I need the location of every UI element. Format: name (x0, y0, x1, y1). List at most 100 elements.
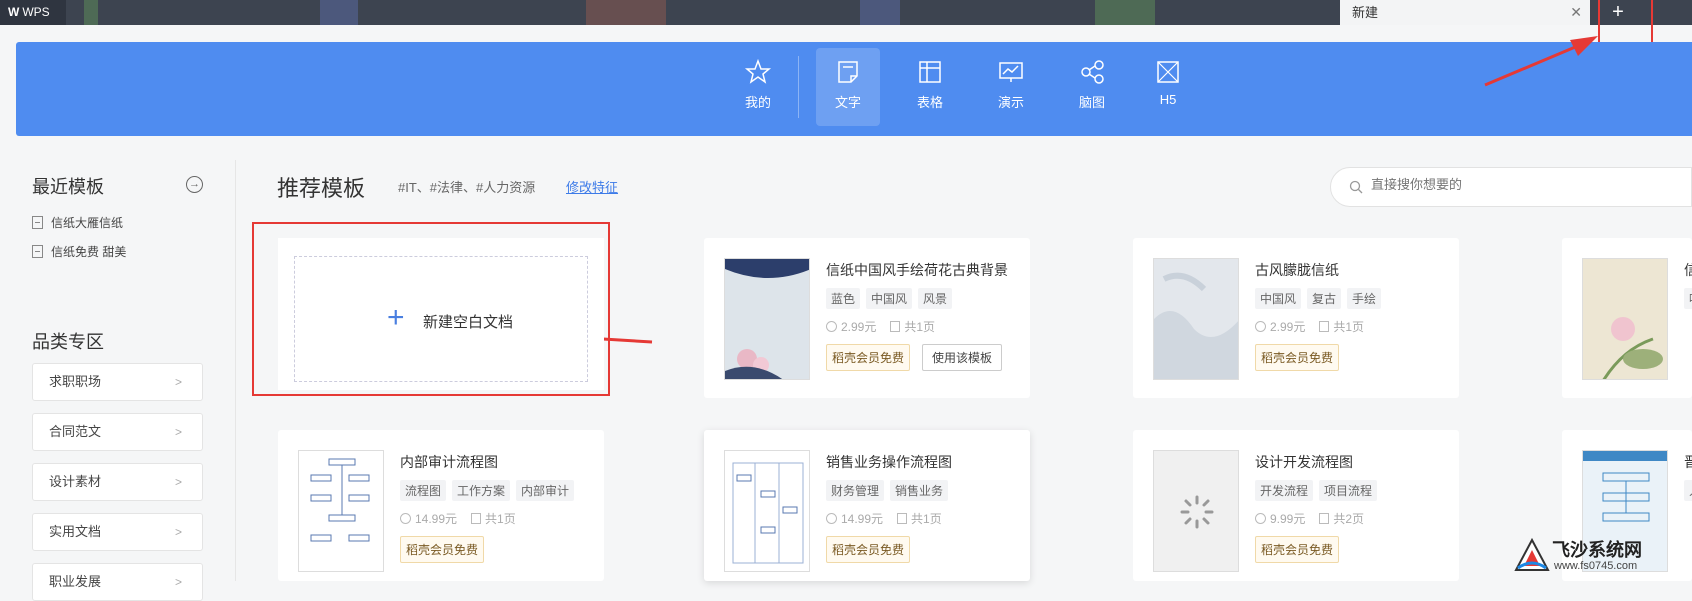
template-tags: 唯 (1684, 288, 1692, 309)
nav-item-mindmap[interactable]: 脑图 (1060, 48, 1124, 126)
category-button[interactable]: 职业发展 > (32, 563, 203, 601)
tag[interactable]: 流程图 (400, 480, 447, 501)
template-thumbnail (1582, 258, 1668, 380)
template-title: 晋 (1684, 454, 1692, 470)
nav-item-h5[interactable]: H5 (1136, 48, 1200, 126)
use-template-button[interactable]: 使用该模板 (922, 344, 1003, 371)
recent-item[interactable]: 信纸大雁信纸 (32, 214, 123, 231)
template-tags: 人 (1684, 480, 1692, 501)
member-free-badge: 稻壳会员免费 (400, 536, 485, 563)
tag[interactable]: 中国风 (1255, 288, 1302, 309)
pages: 共1页 (471, 510, 516, 527)
template-tags: 流程图 工作方案 内部审计 (400, 480, 575, 501)
price: 14.99元 (400, 510, 457, 527)
template-meta: 9.99元 共2页 (1255, 510, 1364, 527)
arrow-right-icon[interactable]: → (186, 176, 203, 193)
tab-label: 新建 (1352, 5, 1379, 20)
chevron-right-icon: > (174, 375, 182, 389)
nav-item-spreadsheet[interactable]: 表格 (898, 48, 962, 126)
tag[interactable]: 风景 (918, 288, 953, 309)
blurred-tabs (320, 0, 358, 25)
template-thumbnail (1153, 258, 1239, 380)
tag[interactable]: 销售业务 (890, 480, 949, 501)
new-blank-document-label: 新建空白文档 (423, 314, 514, 331)
search-input[interactable] (1371, 177, 1671, 192)
tag[interactable]: 复古 (1307, 288, 1342, 309)
title-bar: W WPS 新建 ✕ + (0, 0, 1692, 25)
pages-value: 共1页 (904, 320, 936, 334)
price: 2.99元 (1255, 318, 1305, 335)
edit-features-link[interactable]: 修改特征 (566, 177, 618, 196)
tag[interactable]: 手绘 (1347, 288, 1382, 309)
template-card[interactable]: 设计开发流程图 开发流程 项目流程 9.99元 共2页 稻壳会员免费 (1133, 430, 1459, 581)
tag[interactable]: 内部审计 (516, 480, 575, 501)
category-button[interactable]: 求职职场 > (32, 363, 203, 401)
flowchart-illustration (732, 462, 804, 564)
table-icon (919, 61, 941, 83)
chevron-right-icon: > (174, 425, 182, 439)
template-card[interactable]: 销售业务操作流程图 财务管理 销售业务 14.99元 共1页 稻壳会员免费 (704, 430, 1030, 581)
recent-item[interactable]: 信纸免费 甜美 (32, 243, 126, 260)
watermark-url: www.fs0745.com (1554, 560, 1638, 572)
loading-spinner-icon (1180, 495, 1214, 529)
document-icon (32, 216, 43, 229)
template-card[interactable]: 信纸中国风手绘荷花古典背景 蓝色 中国风 风景 2.99元 共1页 稻壳会员免费… (704, 238, 1030, 398)
category-label: 合同范文 (49, 424, 102, 439)
template-title: 信纸中国风手绘荷花古典背景 (826, 262, 1008, 278)
close-icon[interactable]: ✕ (1570, 0, 1582, 25)
nav-item-writer[interactable]: 文字 (816, 48, 880, 126)
category-nav: 我的 文字 表格 演示 脑图 H5 (16, 42, 1692, 136)
new-blank-document-card[interactable]: + 新建空白文档 (278, 238, 604, 390)
template-card[interactable]: 古风朦胧信纸 中国风 复古 手绘 2.99元 共1页 稻壳会员免费 (1133, 238, 1459, 398)
nav-label: 我的 (744, 95, 771, 110)
pages-value: 共1页 (1333, 320, 1365, 334)
category-button[interactable]: 合同范文 > (32, 413, 203, 451)
tag[interactable]: 项目流程 (1319, 480, 1378, 501)
add-tab-button[interactable]: + (1598, 0, 1638, 25)
chevron-right-icon: > (174, 525, 182, 539)
template-title: 内部审计流程图 (400, 454, 498, 470)
coin-icon (826, 321, 837, 332)
member-free-badge: 稻壳会员免费 (1255, 344, 1340, 371)
template-card[interactable]: 内部审计流程图 流程图 工作方案 内部审计 14.99元 共1页 稻壳会员免费 (278, 430, 604, 581)
category-button[interactable]: 设计素材 > (32, 463, 203, 501)
price-value: 14.99元 (841, 512, 884, 526)
search-box[interactable] (1330, 167, 1692, 207)
plus-icon: + (387, 301, 405, 334)
tag[interactable]: 人 (1684, 480, 1692, 501)
tag[interactable]: 财务管理 (826, 480, 885, 501)
price-value: 2.99元 (841, 320, 877, 334)
tab-new[interactable]: 新建 ✕ (1340, 0, 1590, 25)
page-icon (471, 513, 482, 524)
app-logo[interactable]: W WPS (0, 0, 66, 25)
blurred-tabs (860, 0, 900, 25)
template-title: 信 (1684, 262, 1692, 278)
blurred-tabs (1095, 0, 1155, 25)
category-button[interactable]: 实用文档 > (32, 513, 203, 551)
tag[interactable]: 开发流程 (1255, 480, 1314, 501)
member-free-badge: 稻壳会员免费 (1255, 536, 1340, 563)
tag[interactable]: 蓝色 (826, 288, 861, 309)
blank-document-dropzone[interactable]: + 新建空白文档 (294, 256, 588, 382)
nav-item-mine[interactable]: 我的 (726, 48, 790, 126)
category-label: 求职职场 (49, 374, 102, 389)
recent-item-label: 信纸大雁信纸 (51, 216, 124, 230)
sidebar: 最近模板 → 信纸大雁信纸 信纸免费 甜美 品类专区 求职职场 > 合同范文 > 设… (0, 160, 236, 601)
tag[interactable]: 工作方案 (452, 480, 511, 501)
wps-logo-icon: W (8, 5, 20, 19)
lotus-illustration (1602, 317, 1663, 379)
tag[interactable]: 中国风 (866, 288, 913, 309)
recent-item-label: 信纸免费 甜美 (51, 245, 127, 259)
page-icon (890, 321, 901, 332)
watermark-logo-icon (1514, 538, 1550, 571)
document-icon (32, 245, 43, 258)
member-free-badge: 稻壳会员免费 (826, 536, 911, 563)
template-thumbnail (724, 450, 810, 572)
template-tags: 开发流程 项目流程 (1255, 480, 1378, 501)
nav-item-presentation[interactable]: 演示 (979, 48, 1043, 126)
nav-label: H5 (1159, 92, 1177, 107)
template-meta: 14.99元 共1页 (826, 510, 942, 527)
template-title: 销售业务操作流程图 (826, 454, 952, 470)
tag[interactable]: 唯 (1684, 288, 1692, 309)
template-card[interactable]: 信 唯 (1562, 238, 1692, 398)
